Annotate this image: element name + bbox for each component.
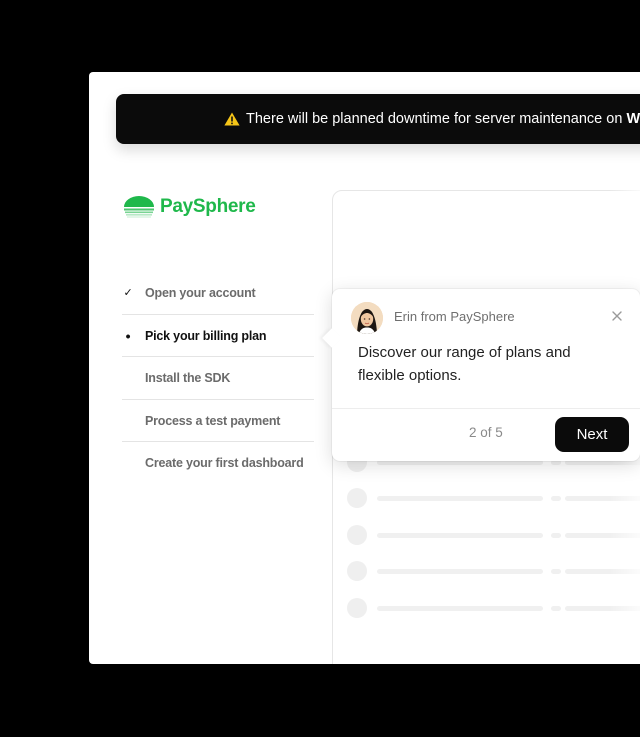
step-label: Pick your billing plan (145, 328, 267, 343)
warning-icon (224, 112, 240, 126)
brand-logo: PaySphere (123, 196, 256, 218)
skeleton-row (347, 598, 640, 618)
skeleton-bar (551, 569, 561, 574)
skeleton-dot (347, 488, 367, 508)
step-test-payment[interactable]: Process a test payment (122, 400, 314, 442)
step-pick-billing-plan[interactable]: • Pick your billing plan (122, 315, 314, 357)
banner-message: There will be planned downtime for serve… (246, 111, 640, 127)
skeleton-bar (551, 496, 561, 501)
skeleton-bar (377, 606, 543, 611)
step-open-account[interactable]: ✓ Open your account (122, 272, 314, 315)
tooltip-message: Discover our range of plans and flexible… (358, 344, 571, 384)
skeleton-dot (347, 561, 367, 581)
next-button[interactable]: Next (555, 417, 629, 452)
tooltip-sender: Erin from PaySphere (394, 309, 515, 324)
tooltip-divider (332, 408, 640, 409)
skeleton-bar (377, 496, 543, 501)
maintenance-banner: There will be planned downtime for serve… (116, 94, 640, 144)
banner-message-bold: W (626, 111, 640, 127)
skeleton-bar (551, 606, 561, 611)
guide-tooltip: Erin from PaySphere Discover our range o… (322, 289, 640, 461)
bullet-icon: • (125, 327, 131, 344)
skeleton-row (347, 525, 640, 545)
logo-icon (124, 196, 154, 218)
step-label: Process a test payment (145, 413, 281, 428)
skeleton-dot (347, 525, 367, 545)
step-progress: 2 of 5 (469, 425, 503, 440)
skeleton-bar (377, 533, 543, 538)
avatar (351, 302, 383, 334)
skeleton-bar (377, 569, 543, 574)
skeleton-bar (551, 533, 561, 538)
skeleton-dot (347, 598, 367, 618)
brand-name: PaySphere (160, 196, 256, 217)
app-window: There will be planned downtime for serve… (89, 72, 640, 664)
onboarding-checklist: ✓ Open your account • Pick your billing … (122, 272, 314, 485)
tooltip-pointer (322, 328, 342, 348)
check-icon: ✓ (123, 287, 133, 299)
step-label: Install the SDK (145, 371, 231, 385)
close-icon[interactable] (610, 309, 624, 323)
skeleton-row (347, 561, 640, 581)
step-label: Open your account (145, 286, 256, 300)
step-label: Create your first dashboard (145, 456, 304, 470)
step-install-sdk[interactable]: Install the SDK (122, 357, 314, 400)
step-first-dashboard[interactable]: Create your first dashboard (122, 442, 314, 485)
skeleton-row (347, 488, 640, 508)
